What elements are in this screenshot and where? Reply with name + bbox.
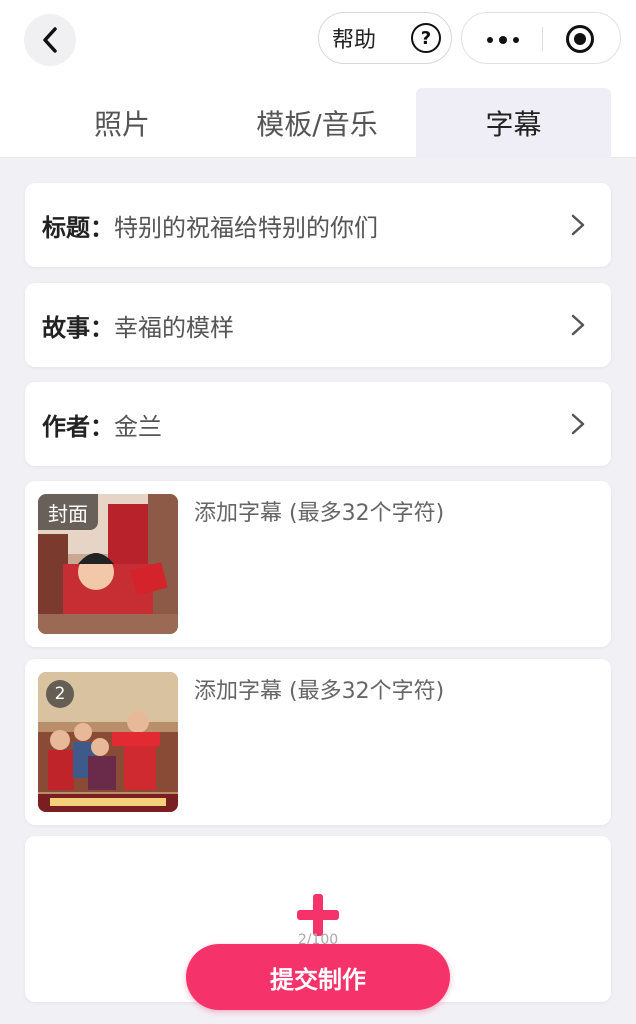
author-label: 作者： xyxy=(42,412,114,441)
chevron-right-icon xyxy=(571,314,585,336)
chevron-left-icon xyxy=(43,27,57,53)
story-row[interactable]: 故事： 幸福的模样 xyxy=(25,283,611,367)
help-button[interactable]: 帮助 ? xyxy=(318,12,452,64)
question-icon: ? xyxy=(411,23,441,53)
chevron-right-icon xyxy=(571,214,585,236)
tab-subtitles[interactable]: 字幕 xyxy=(416,88,611,158)
tab-template-music[interactable]: 模板/音乐 xyxy=(222,88,412,158)
capsule-divider xyxy=(542,27,543,51)
cover-photo-thumbnail[interactable]: 封面 xyxy=(38,494,178,634)
title-value: 特别的祝福给特别的你们 xyxy=(114,213,378,242)
title-row[interactable]: 标题： 特别的祝福给特别的你们 xyxy=(25,183,611,267)
caption-card-cover: 封面 添加字幕 (最多32个字符) xyxy=(25,481,611,647)
plus-icon xyxy=(297,894,339,936)
story-label: 故事： xyxy=(42,313,114,342)
help-label: 帮助 xyxy=(332,28,377,53)
top-bar: 帮助 ? xyxy=(0,0,636,84)
close-target-icon[interactable] xyxy=(566,25,594,53)
story-value: 幸福的模样 xyxy=(114,313,234,342)
cover-badge: 封面 xyxy=(38,494,98,530)
author-row[interactable]: 作者： 金兰 xyxy=(25,382,611,466)
caption-card-2: 2 添加字幕 (最多32个字符) xyxy=(25,659,611,825)
back-button[interactable] xyxy=(24,14,76,66)
author-value: 金兰 xyxy=(114,412,162,441)
tab-bar: 照片 模板/音乐 字幕 xyxy=(0,84,636,158)
more-icon[interactable] xyxy=(486,36,520,44)
photo-thumbnail-2[interactable]: 2 xyxy=(38,672,178,812)
chevron-right-icon xyxy=(571,413,585,435)
caption-input[interactable]: 添加字幕 (最多32个字符) xyxy=(194,673,444,705)
photo-number-badge: 2 xyxy=(46,680,74,708)
submit-button[interactable]: 提交制作 xyxy=(186,944,450,1010)
mini-program-capsule xyxy=(461,12,621,64)
tab-photos[interactable]: 照片 xyxy=(30,88,214,158)
title-label: 标题： xyxy=(42,213,114,242)
caption-input[interactable]: 添加字幕 (最多32个字符) xyxy=(194,495,444,527)
